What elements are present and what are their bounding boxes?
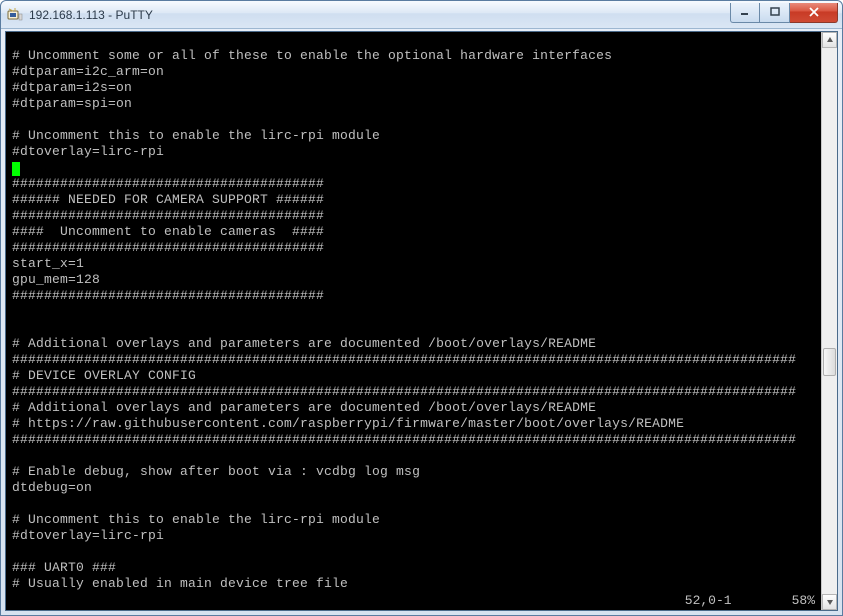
maximize-button[interactable] [760, 3, 790, 23]
close-icon [808, 7, 820, 17]
terminal-line: start_x=1 [12, 256, 817, 272]
putty-window: 192.168.1.113 - PuTTY # Uncomment some o… [0, 0, 843, 616]
window-title: 192.168.1.113 - PuTTY [29, 8, 730, 22]
terminal-line [12, 112, 817, 128]
terminal-line: #dtoverlay=lirc-rpi [12, 528, 817, 544]
minimize-icon [740, 7, 750, 17]
terminal-line: # https://raw.githubusercontent.com/rasp… [12, 416, 817, 432]
terminal-line: ####################################### [12, 208, 817, 224]
scroll-down-button[interactable] [822, 594, 837, 610]
terminal-line: # Additional overlays and parameters are… [12, 336, 817, 352]
scrollbar-thumb[interactable] [823, 348, 836, 375]
terminal-line: # Enable debug, show after boot via : vc… [12, 464, 817, 480]
maximize-icon [770, 7, 780, 17]
scrollbar[interactable] [821, 32, 837, 610]
terminal-line [12, 32, 817, 48]
terminal-line: gpu_mem=128 [12, 272, 817, 288]
terminal-line [12, 544, 817, 560]
close-button[interactable] [790, 3, 838, 23]
scroll-percent: 58% [792, 593, 815, 608]
terminal-line: #dtparam=spi=on [12, 96, 817, 112]
terminal-line: # Usually enabled in main device tree fi… [12, 576, 817, 592]
titlebar[interactable]: 192.168.1.113 - PuTTY [1, 1, 842, 29]
terminal-line: ########################################… [12, 432, 817, 448]
terminal-line: #dtparam=i2s=on [12, 80, 817, 96]
client-area: # Uncomment some or all of these to enab… [5, 31, 838, 611]
window-controls [730, 3, 838, 23]
terminal-line: #dtparam=i2c_arm=on [12, 64, 817, 80]
scroll-up-button[interactable] [822, 32, 837, 48]
terminal-line: ####################################### [12, 176, 817, 192]
terminal-line: ####################################### [12, 240, 817, 256]
terminal-line [12, 448, 817, 464]
cursor [12, 162, 20, 176]
terminal-line: # Uncomment this to enable the lirc-rpi … [12, 128, 817, 144]
terminal-line [12, 320, 817, 336]
terminal-line: ########################################… [12, 352, 817, 368]
chevron-down-icon [826, 598, 834, 606]
terminal[interactable]: # Uncomment some or all of these to enab… [6, 32, 821, 610]
minimize-button[interactable] [730, 3, 760, 23]
terminal-line: ########################################… [12, 384, 817, 400]
terminal-line: #### Uncomment to enable cameras #### [12, 224, 817, 240]
terminal-line [12, 304, 817, 320]
terminal-line [12, 496, 817, 512]
cursor-position: 52,0-1 [685, 593, 732, 608]
terminal-line: # Uncomment this to enable the lirc-rpi … [12, 512, 817, 528]
scrollbar-track[interactable] [822, 48, 837, 594]
terminal-line: # Uncomment some or all of these to enab… [12, 48, 817, 64]
terminal-line [12, 160, 817, 176]
terminal-line: ###### NEEDED FOR CAMERA SUPPORT ###### [12, 192, 817, 208]
terminal-line: ####################################### [12, 288, 817, 304]
terminal-line: #dtoverlay=lirc-rpi [12, 144, 817, 160]
terminal-line: ### UART0 ### [12, 560, 817, 576]
terminal-line: # DEVICE OVERLAY CONFIG [12, 368, 817, 384]
terminal-line: dtdebug=on [12, 480, 817, 496]
editor-status: 52,0-1 58% [685, 593, 815, 608]
chevron-up-icon [826, 36, 834, 44]
terminal-line: # Additional overlays and parameters are… [12, 400, 817, 416]
putty-icon [7, 7, 23, 23]
